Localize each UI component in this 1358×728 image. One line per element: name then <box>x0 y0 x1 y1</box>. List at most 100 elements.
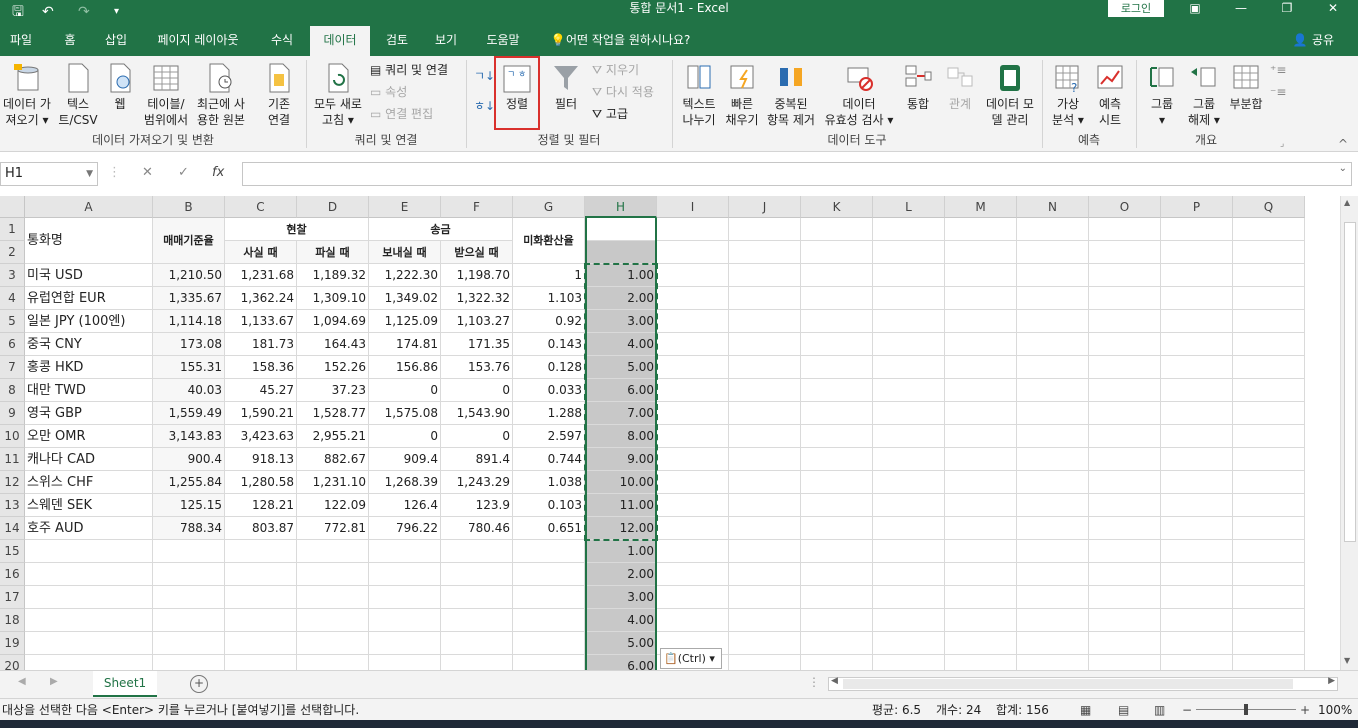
cell[interactable] <box>657 264 729 287</box>
flash-fill-button[interactable]: 빠른 채우기 <box>722 62 762 128</box>
rate-cell[interactable]: 1,349.02 <box>369 287 441 310</box>
cell[interactable] <box>801 563 873 586</box>
column-header-l[interactable]: L <box>873 196 945 218</box>
cell[interactable] <box>1089 540 1161 563</box>
cell[interactable] <box>1233 287 1305 310</box>
cell[interactable] <box>1089 586 1161 609</box>
rate-cell[interactable]: 1,094.69 <box>297 310 369 333</box>
cell[interactable] <box>945 402 1017 425</box>
column-header-e[interactable]: E <box>369 196 441 218</box>
row-header-13[interactable]: 13 <box>0 494 25 517</box>
header-transfer[interactable]: 송금 <box>369 218 513 241</box>
rate-cell[interactable]: 0.033 <box>513 379 585 402</box>
cell[interactable] <box>1161 517 1233 540</box>
currency-name-cell[interactable]: 대만 TWD <box>25 379 153 402</box>
cell[interactable] <box>1017 241 1089 264</box>
horizontal-scrollbar[interactable]: ◀ ▶ <box>828 676 1338 691</box>
worksheet-grid[interactable]: A B C D E F G H I J K L M N O P Q 1 2 3 4 5 6 7 8 9 10 11 12 13 14 15 16… <box>0 196 1358 670</box>
rate-cell[interactable]: 0 <box>369 379 441 402</box>
cell[interactable] <box>153 655 225 670</box>
row-header-11[interactable]: 11 <box>0 448 25 471</box>
group-button[interactable]: 그룹 ▾ <box>1140 62 1184 128</box>
queries-connections-button[interactable]: ▤ 쿼리 및 연결 <box>370 62 448 78</box>
cell[interactable] <box>369 563 441 586</box>
cell[interactable] <box>801 310 873 333</box>
rate-cell[interactable]: 2,955.21 <box>297 425 369 448</box>
cell[interactable] <box>1017 402 1089 425</box>
rate-cell[interactable]: 155.31 <box>153 356 225 379</box>
cell[interactable] <box>1233 494 1305 517</box>
cell[interactable] <box>801 517 873 540</box>
cell[interactable] <box>1017 563 1089 586</box>
cell[interactable] <box>1161 586 1233 609</box>
cell[interactable] <box>297 563 369 586</box>
cell[interactable] <box>1017 310 1089 333</box>
cell[interactable] <box>945 310 1017 333</box>
currency-name-cell[interactable]: 중국 CNY <box>25 333 153 356</box>
cell[interactable] <box>513 563 585 586</box>
cell[interactable] <box>1233 540 1305 563</box>
cell[interactable] <box>225 609 297 632</box>
cell[interactable] <box>297 655 369 670</box>
row-header-15[interactable]: 15 <box>0 540 25 563</box>
cell[interactable] <box>945 379 1017 402</box>
formula-input[interactable]: ⌄ <box>242 162 1352 186</box>
row-header-8[interactable]: 8 <box>0 379 25 402</box>
rate-cell[interactable]: 173.08 <box>153 333 225 356</box>
cell[interactable] <box>369 632 441 655</box>
header-transfer-send[interactable]: 보내실 때 <box>369 241 441 264</box>
cell[interactable] <box>1089 517 1161 540</box>
name-box[interactable]: H1 ▼ <box>0 162 98 186</box>
zoom-slider-thumb[interactable] <box>1244 704 1248 715</box>
zoom-out-icon[interactable]: − <box>1182 699 1192 721</box>
cell[interactable] <box>1089 425 1161 448</box>
cell[interactable] <box>873 379 945 402</box>
cell[interactable] <box>1233 333 1305 356</box>
advanced-filter-button[interactable]: ⛛ 고급 <box>592 106 628 122</box>
rate-cell[interactable]: 1,559.49 <box>153 402 225 425</box>
cell[interactable] <box>729 379 801 402</box>
cell[interactable] <box>801 241 873 264</box>
header-cash-sell[interactable]: 파실 때 <box>297 241 369 264</box>
cell[interactable] <box>153 540 225 563</box>
rate-cell[interactable]: 1,590.21 <box>225 402 297 425</box>
from-web-button[interactable]: 웹 <box>104 62 136 112</box>
cell[interactable] <box>801 471 873 494</box>
cell[interactable] <box>297 609 369 632</box>
cell[interactable] <box>801 402 873 425</box>
cell[interactable] <box>945 287 1017 310</box>
rate-cell[interactable]: 0 <box>369 425 441 448</box>
cell[interactable] <box>1089 494 1161 517</box>
sort-ascending-button[interactable]: ㄱ↓ <box>474 68 495 84</box>
tab-review[interactable]: 검토 <box>378 26 416 56</box>
cell[interactable] <box>1089 402 1161 425</box>
cell[interactable] <box>873 586 945 609</box>
consolidate-button[interactable]: 통합 <box>898 62 938 112</box>
cell[interactable] <box>1017 448 1089 471</box>
rate-cell[interactable]: 156.86 <box>369 356 441 379</box>
cell[interactable] <box>369 586 441 609</box>
cell[interactable] <box>1089 264 1161 287</box>
vertical-scroll-thumb[interactable] <box>1344 222 1356 542</box>
currency-name-cell[interactable]: 유럽연합 EUR <box>25 287 153 310</box>
rate-cell[interactable]: 40.03 <box>153 379 225 402</box>
cell[interactable] <box>801 540 873 563</box>
currency-name-cell[interactable]: 스웨덴 SEK <box>25 494 153 517</box>
rate-cell[interactable]: 0.744 <box>513 448 585 471</box>
rate-cell[interactable]: 918.13 <box>225 448 297 471</box>
dialog-launcher-icon[interactable]: ⌟ <box>1280 136 1284 152</box>
cell[interactable] <box>657 310 729 333</box>
header-currency[interactable]: 통화명 <box>25 218 153 264</box>
cell[interactable] <box>513 632 585 655</box>
rate-cell[interactable]: 1,125.09 <box>369 310 441 333</box>
cell[interactable] <box>1161 264 1233 287</box>
restore-icon[interactable]: ❐ <box>1264 0 1310 18</box>
cell[interactable] <box>1089 563 1161 586</box>
rate-cell[interactable]: 788.34 <box>153 517 225 540</box>
rate-cell[interactable]: 0.143 <box>513 333 585 356</box>
cell[interactable] <box>1233 471 1305 494</box>
rate-cell[interactable]: 2.597 <box>513 425 585 448</box>
rate-cell[interactable]: 0.651 <box>513 517 585 540</box>
cell[interactable] <box>873 494 945 517</box>
cell[interactable] <box>369 609 441 632</box>
